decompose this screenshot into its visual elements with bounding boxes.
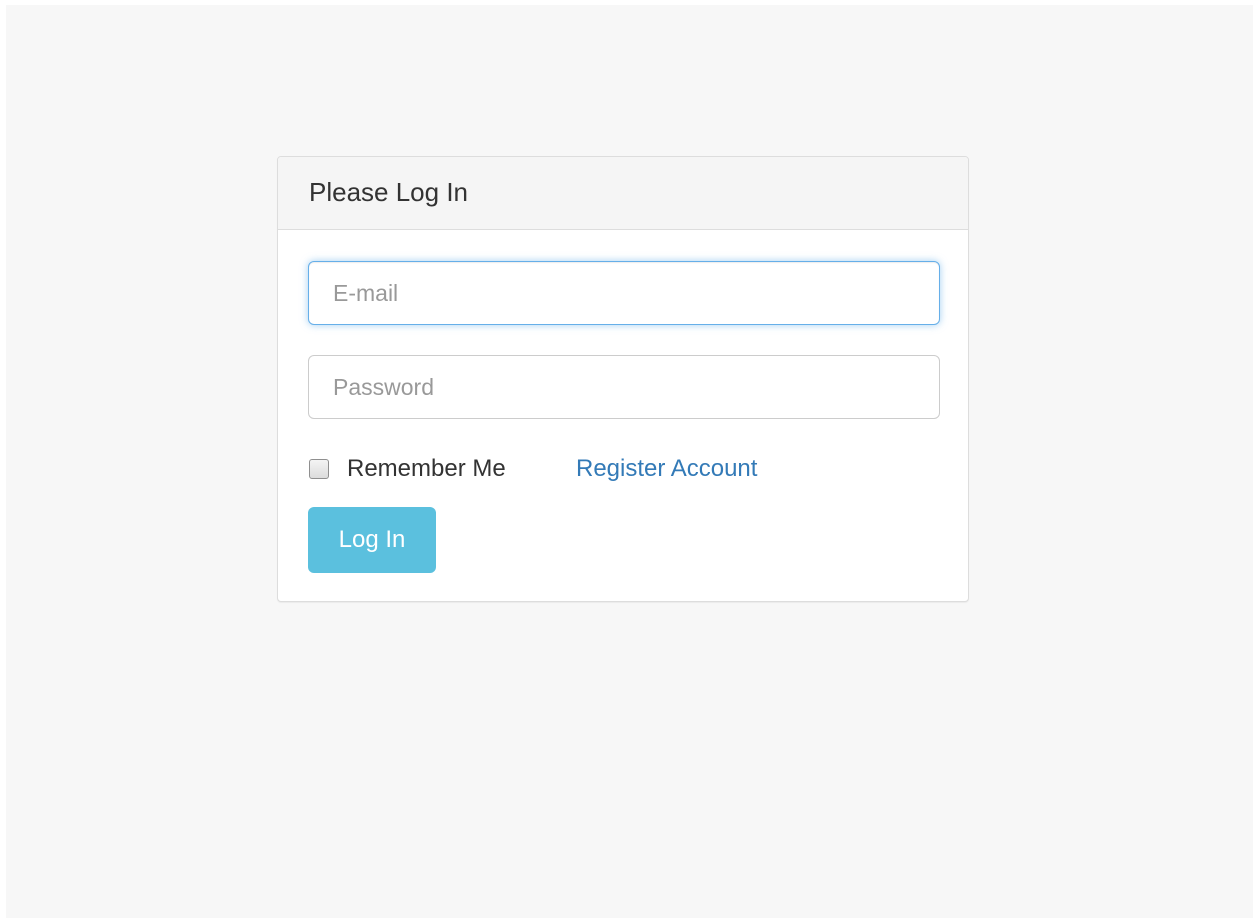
- remember-me-group[interactable]: Remember Me: [308, 454, 506, 484]
- page-background: Please Log In Remember Me Register Accou…: [6, 5, 1253, 918]
- register-account-link[interactable]: Register Account: [576, 454, 757, 484]
- password-input[interactable]: [308, 355, 940, 419]
- email-input[interactable]: [308, 261, 940, 325]
- remember-me-label[interactable]: Remember Me: [347, 455, 506, 483]
- login-button[interactable]: Log In: [308, 507, 436, 573]
- login-panel: Please Log In Remember Me Register Accou…: [277, 156, 969, 602]
- remember-me-checkbox[interactable]: [309, 459, 329, 479]
- panel-title: Please Log In: [278, 157, 968, 230]
